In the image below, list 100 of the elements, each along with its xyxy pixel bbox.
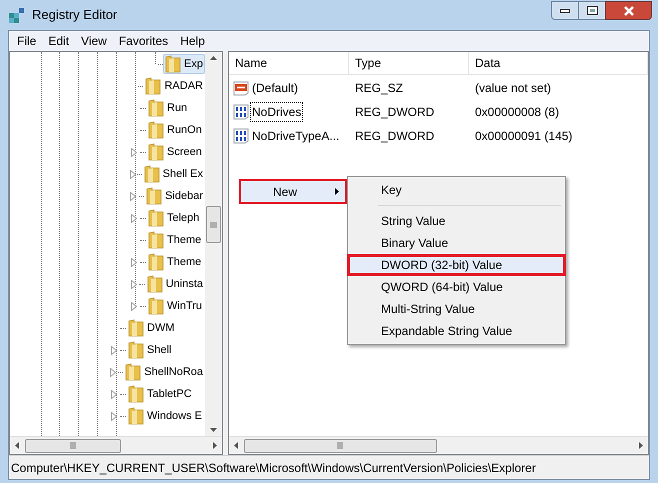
tree-item[interactable]: Exp [163, 54, 205, 74]
scroll-up-icon[interactable] [210, 56, 217, 60]
value-data: (value not set) [474, 80, 552, 97]
tree-item-label: Theme [167, 232, 202, 248]
tree-item-label: ShellNoRoa [144, 364, 203, 380]
submenu-item[interactable]: DWORD (32-bit) Value [350, 257, 563, 273]
vertical-scrollbar[interactable] [205, 52, 222, 436]
submenu-item[interactable]: Expandable String Value [350, 323, 563, 339]
new-menu-item[interactable]: New [241, 181, 345, 202]
expand-arrow-icon[interactable] [130, 280, 137, 288]
registry-cubes-icon [8, 7, 26, 23]
column-header[interactable]: Name [229, 52, 349, 74]
tree-item-label: Uninsta [166, 276, 203, 292]
menu-item[interactable]: Favorites [112, 32, 174, 50]
tree-item-label: TabletPC [147, 386, 192, 402]
tree-item-label: RunOn [167, 122, 202, 138]
submenu-item[interactable]: String Value [350, 213, 563, 229]
binary-value-icon [233, 104, 249, 120]
grip-icon [70, 442, 76, 449]
folder-icon [148, 99, 164, 117]
grip-icon [337, 442, 344, 449]
menu-item[interactable]: View [75, 32, 113, 50]
scroll-left-icon[interactable] [234, 442, 238, 449]
folder-icon [128, 319, 144, 337]
value-name[interactable]: NoDriveTypeA... [250, 126, 342, 146]
scroll-down-icon[interactable] [210, 428, 217, 432]
tree-item[interactable]: RunOn [146, 120, 204, 140]
menu-item[interactable]: File [11, 32, 42, 50]
folder-icon [165, 55, 182, 73]
scroll-left-icon[interactable] [15, 442, 19, 449]
expand-arrow-icon[interactable] [110, 368, 116, 376]
maximize-icon [586, 6, 598, 15]
folder-icon [128, 341, 144, 359]
tree-item[interactable]: WinTru [146, 296, 204, 316]
folder-icon [148, 121, 164, 139]
tree-item[interactable]: Theme [146, 230, 204, 250]
folder-icon [148, 231, 164, 249]
close-button[interactable] [605, 1, 652, 20]
tree-item-label: Shell [147, 342, 172, 358]
minimize-button[interactable] [551, 1, 579, 20]
scroll-thumb[interactable] [206, 206, 221, 243]
column-header[interactable]: Type [349, 52, 469, 74]
tree-item-label: WinTru [167, 298, 202, 314]
folder-icon [145, 77, 162, 95]
scroll-right-icon[interactable] [213, 442, 217, 449]
tree-item-label: Sidebar [165, 188, 203, 204]
expand-arrow-icon[interactable] [130, 170, 136, 178]
tree-item-label: Teleph [167, 210, 200, 226]
expand-arrow-icon[interactable] [131, 214, 137, 222]
expand-arrow-icon[interactable] [131, 148, 137, 156]
tree-item[interactable]: ShellNoRoa [123, 362, 205, 382]
tree-item-label: Screen [167, 144, 202, 160]
tree-item[interactable]: Windows E [126, 406, 204, 426]
tree-item[interactable]: Shell [126, 340, 174, 360]
tree-item[interactable]: Run [146, 98, 190, 118]
expand-arrow-icon[interactable] [131, 302, 137, 310]
value-data: 0x00000008 (8) [474, 104, 560, 121]
menu-item[interactable]: Edit [42, 32, 76, 50]
minimize-icon [560, 8, 570, 12]
expand-arrow-icon[interactable] [131, 258, 137, 266]
submenu-item[interactable]: Key [350, 182, 563, 198]
tree-item[interactable]: Shell Ex [142, 164, 205, 184]
expand-arrow-icon[interactable] [111, 346, 117, 354]
folder-icon [128, 407, 144, 425]
tree-item-label: Shell Ex [162, 166, 203, 182]
tree-item[interactable]: RADAR [143, 76, 205, 96]
tree-item-label: Theme [167, 254, 202, 270]
horizontal-scrollbar[interactable] [10, 436, 222, 454]
expand-arrow-icon[interactable] [111, 412, 117, 420]
tree-item[interactable]: DWM [126, 318, 176, 338]
menu-item[interactable]: Help [174, 32, 211, 50]
submenu-arrow-icon [335, 188, 339, 195]
horizontal-scrollbar[interactable] [229, 436, 648, 454]
column-header[interactable]: Data [469, 52, 648, 74]
expand-arrow-icon[interactable] [130, 192, 136, 200]
close-icon [622, 6, 634, 16]
tree-item-label: Windows E [147, 408, 202, 424]
tree-item[interactable]: Teleph [146, 208, 202, 228]
submenu-item[interactable]: Binary Value [350, 235, 563, 251]
tree-item[interactable]: Uninsta [144, 274, 205, 294]
expand-arrow-icon[interactable] [111, 390, 117, 398]
value-type: REG_SZ [354, 80, 404, 97]
folder-icon [148, 253, 164, 271]
tree-item[interactable]: Theme [146, 252, 204, 272]
tree-item[interactable]: Sidebar [144, 186, 205, 206]
value-name[interactable]: (Default) [250, 78, 300, 98]
folder-icon [148, 209, 164, 227]
maximize-button[interactable] [579, 1, 605, 20]
value-type: REG_DWORD [354, 104, 436, 121]
folder-icon [148, 143, 164, 161]
window-title: Registry Editor [32, 6, 118, 24]
folder-icon [125, 363, 142, 381]
scroll-right-icon[interactable] [639, 442, 643, 449]
tree-item-label: DWM [147, 320, 174, 336]
value-name[interactable]: NoDrives [250, 102, 304, 122]
tree-item[interactable]: TabletPC [126, 384, 194, 404]
submenu-item[interactable]: Multi-String Value [350, 301, 563, 317]
tree-item[interactable]: Screen [146, 142, 204, 162]
folder-icon [146, 187, 162, 205]
submenu-item[interactable]: QWORD (64-bit) Value [350, 279, 563, 295]
